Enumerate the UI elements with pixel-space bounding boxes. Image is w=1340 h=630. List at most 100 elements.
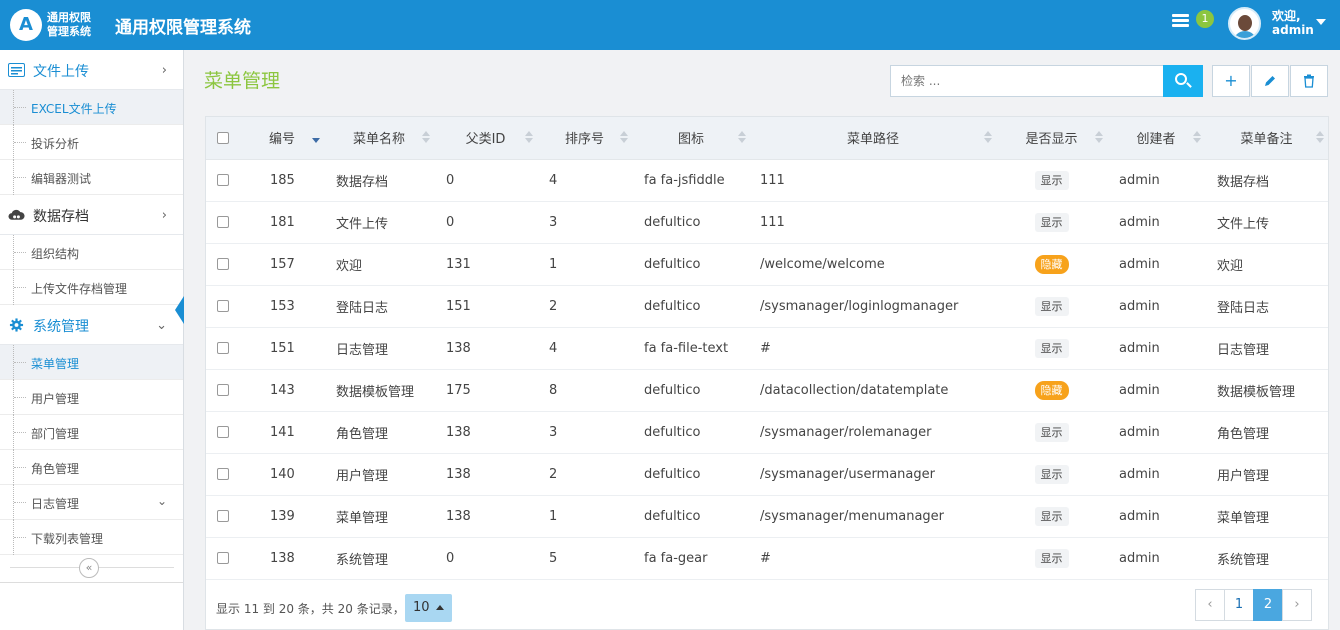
- row-icon-cell: defultico: [632, 243, 750, 286]
- row-creator-text: admin: [1119, 340, 1160, 356]
- sidebar-item-log-management[interactable]: 日志管理 ⌄: [0, 485, 183, 520]
- row-icon-text: defultico: [644, 256, 701, 272]
- sidebar-item-role-management[interactable]: 角色管理: [0, 450, 183, 485]
- sidebar-item-excel-upload[interactable]: EXCEL文件上传: [0, 90, 183, 125]
- row-name-cell: 角色管理: [324, 411, 434, 454]
- row-icon-text: defultico: [644, 382, 701, 398]
- visible-badge: 显示: [1034, 422, 1069, 442]
- column-header-id[interactable]: 编号: [240, 117, 324, 160]
- page-size-select[interactable]: 10: [405, 594, 452, 622]
- row-note-text: 欢迎: [1217, 258, 1244, 274]
- row-checkbox[interactable]: [217, 174, 229, 186]
- pager-prev[interactable]: ‹: [1195, 589, 1225, 621]
- table-row[interactable]: 185 数据存档 0 4 fa fa-jsfiddle 111 显示 admin 数据存档: [206, 159, 1328, 202]
- row-icon-text: defultico: [644, 214, 701, 230]
- column-header-visible[interactable]: 是否显示: [996, 117, 1107, 160]
- row-checkbox[interactable]: [217, 300, 229, 312]
- table-row[interactable]: 139 菜单管理 138 1 defultico/sysmanager/menumana…: [206, 495, 1328, 538]
- search-button[interactable]: [1163, 65, 1203, 97]
- row-checkbox[interactable]: [217, 384, 229, 396]
- row-icon-cell: defultico: [632, 285, 750, 328]
- row-visible-cell: 显示: [996, 411, 1107, 454]
- row-path-cell: /welcome/welcome: [750, 243, 996, 286]
- row-parent-text: 138: [446, 508, 471, 524]
- table-row[interactable]: 153 登陆日志 151 2 defultico/sysmanager/loginlog…: [206, 285, 1328, 328]
- column-header-note[interactable]: 菜单备注: [1205, 117, 1328, 160]
- row-checkbox[interactable]: [217, 258, 229, 270]
- select-all-checkbox[interactable]: [217, 131, 229, 144]
- pager-page-1[interactable]: 1: [1224, 589, 1254, 621]
- sort-icon: [738, 131, 746, 143]
- chevron-right-icon: ›: [161, 208, 167, 223]
- table-row[interactable]: 151 日志管理 138 4 fa fa-file-text # 显示 admin 日志管理: [206, 327, 1328, 370]
- row-checkbox[interactable]: [217, 216, 229, 228]
- row-order-text: 3: [549, 424, 558, 440]
- table-row[interactable]: 138 系统管理 0 5 fa fa-gear # 显示 admin 系统管理: [206, 537, 1328, 580]
- logo-text-line1: 通用权限: [47, 11, 91, 24]
- table-row[interactable]: 181 文件上传 0 3 defultico 111 显示 admin 文件上传: [206, 201, 1328, 244]
- row-note-text: 数据模板管理: [1217, 384, 1296, 400]
- column-header-parent-id[interactable]: 父类ID: [434, 117, 537, 160]
- row-creator-text: admin: [1119, 508, 1160, 524]
- sidebar-group-system[interactable]: 系统管理 ⌄: [0, 305, 183, 345]
- visible-badge: 显示: [1034, 212, 1069, 232]
- row-checkbox[interactable]: [217, 426, 229, 438]
- pager-next[interactable]: ›: [1282, 589, 1312, 621]
- row-name-text: 欢迎: [336, 258, 363, 274]
- sidebar-item-download-list[interactable]: 下载列表管理: [0, 520, 183, 555]
- row-id-cell: 181: [240, 201, 324, 244]
- row-creator-cell: admin: [1107, 537, 1205, 580]
- row-icon-cell: defultico: [632, 201, 750, 244]
- table-row[interactable]: 157 欢迎 131 1 defultico/welcome/welcome 隐藏 admi…: [206, 243, 1328, 286]
- cloud-icon: [8, 209, 25, 220]
- user-menu-caret-icon[interactable]: [1316, 19, 1326, 25]
- sidebar-item-upload-archive[interactable]: 上传文件存档管理: [0, 270, 183, 305]
- sort-icon: [1095, 131, 1103, 143]
- user-avatar[interactable]: [1228, 7, 1261, 40]
- sidebar-group-upload[interactable]: 文件上传 ›: [0, 50, 183, 90]
- add-button[interactable]: +: [1212, 65, 1250, 97]
- notification-badge[interactable]: 1: [1196, 10, 1214, 28]
- row-creator-cell: admin: [1107, 369, 1205, 412]
- row-parent-cell: 0: [434, 201, 537, 244]
- row-parent-text: 138: [446, 340, 471, 356]
- column-header-order[interactable]: 排序号: [537, 117, 632, 160]
- visible-badge: 显示: [1034, 296, 1069, 316]
- table-row[interactable]: 143 数据模板管理 175 8 defultico/datacollection/da…: [206, 369, 1328, 412]
- row-id-cell: 139: [240, 495, 324, 538]
- row-select-cell: [206, 369, 240, 412]
- delete-button[interactable]: [1290, 65, 1328, 97]
- row-checkbox[interactable]: [217, 468, 229, 480]
- sidebar-item-dept-management[interactable]: 部门管理: [0, 415, 183, 450]
- column-header-name[interactable]: 菜单名称: [324, 117, 434, 160]
- sidebar-item-menu-management[interactable]: 菜单管理: [0, 345, 183, 380]
- collapse-sidebar-icon[interactable]: «: [79, 558, 99, 578]
- column-header-icon[interactable]: 图标: [632, 117, 750, 160]
- sidebar-group-archive[interactable]: 数据存档 ›: [0, 195, 183, 235]
- pager-page-2[interactable]: 2: [1253, 589, 1283, 621]
- sidebar-item-org-structure[interactable]: 组织结构: [0, 235, 183, 270]
- row-note-cell: 文件上传: [1205, 201, 1328, 244]
- search-input[interactable]: [891, 66, 1163, 96]
- message-list-icon[interactable]: [1172, 14, 1189, 28]
- visible-badge: 显示: [1034, 170, 1069, 190]
- column-header-creator[interactable]: 创建者: [1107, 117, 1205, 160]
- sidebar-item-complaint-analysis[interactable]: 投诉分析: [0, 125, 183, 160]
- user-menu[interactable]: 欢迎, admin: [1272, 9, 1314, 37]
- table-row[interactable]: 140 用户管理 138 2 defultico/sysmanager/usermana…: [206, 453, 1328, 496]
- edit-button[interactable]: [1251, 65, 1289, 97]
- row-checkbox[interactable]: [217, 510, 229, 522]
- row-id-cell: 138: [240, 537, 324, 580]
- row-path-text: 111: [760, 172, 785, 188]
- sidebar-item-user-management[interactable]: 用户管理: [0, 380, 183, 415]
- row-select-cell: [206, 159, 240, 202]
- column-header-path[interactable]: 菜单路径: [750, 117, 996, 160]
- row-checkbox[interactable]: [217, 342, 229, 354]
- sidebar-item-editor-test[interactable]: 编辑器测试: [0, 160, 183, 195]
- row-visible-cell: 显示: [996, 201, 1107, 244]
- table-row[interactable]: 141 角色管理 138 3 defultico/sysmanager/rolemana…: [206, 411, 1328, 454]
- row-note-cell: 系统管理: [1205, 537, 1328, 580]
- row-parent-cell: 138: [434, 453, 537, 496]
- sidebar-item-label: 角色管理: [31, 462, 80, 476]
- row-checkbox[interactable]: [217, 552, 229, 564]
